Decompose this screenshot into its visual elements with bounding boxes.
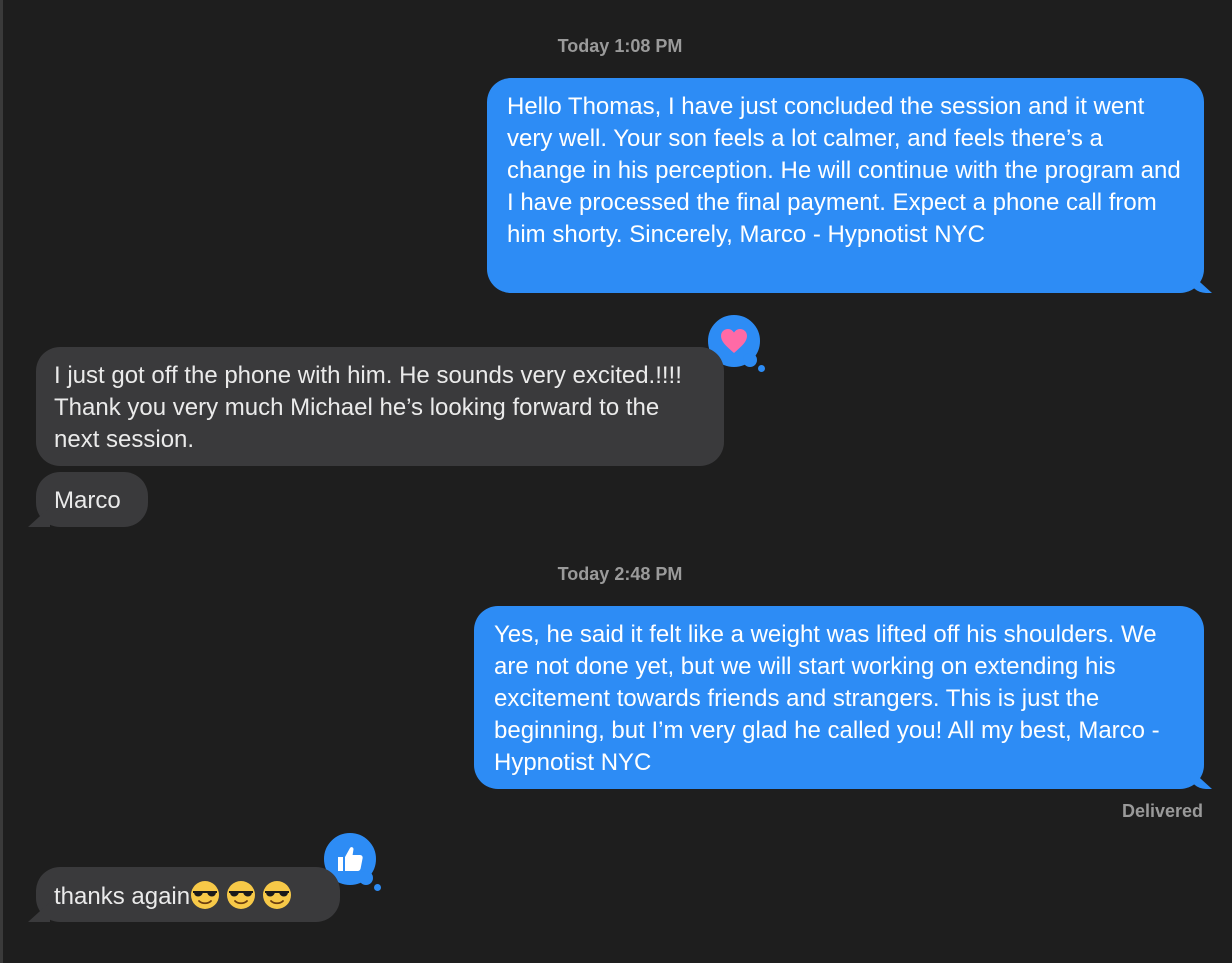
tapback-tail-dot [743,353,757,367]
sent-message-bubble[interactable]: Yes, he said it felt like a weight was l… [474,606,1204,789]
message-text: thanks again [54,883,191,910]
message-text: I just got off the phone with him. He so… [54,362,682,453]
received-message-bubble[interactable]: thanks again [36,867,340,922]
heart-icon [721,329,747,353]
sunglasses-face-emoji [263,881,292,909]
timestamp: Today 1:08 PM [557,36,683,56]
tapback-tail-dot [758,365,765,372]
message-text: Marco [54,487,121,514]
tapback-tail-dot [374,884,381,891]
delivery-status: Delivered [1121,801,1203,821]
window-left-border [0,0,3,963]
tapback-tail-dot [359,871,373,885]
message-text: Yes, he said it felt like a weight was l… [494,621,1160,776]
received-message-bubble[interactable]: I just got off the phone with him. He so… [36,347,724,466]
thumbs-up-icon [338,847,363,871]
received-message-bubble[interactable]: Marco [36,472,148,527]
sunglasses-face-emoji [227,881,256,909]
sent-message-bubble[interactable]: Hello Thomas, I have just concluded the … [487,78,1204,293]
sunglasses-face-emoji [191,881,220,909]
timestamp: Today 2:48 PM [557,564,683,584]
message-text: Hello Thomas, I have just concluded the … [507,93,1181,248]
